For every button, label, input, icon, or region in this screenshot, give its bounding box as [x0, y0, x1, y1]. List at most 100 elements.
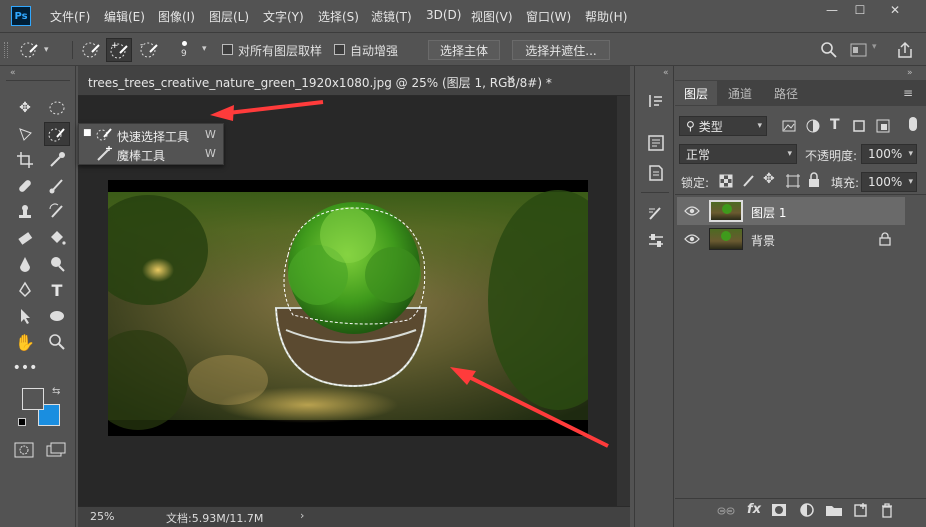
sample-all-layers-checkbox[interactable] [222, 44, 233, 55]
workspace-icon[interactable] [850, 42, 868, 58]
paint-bucket-tool-icon[interactable] [44, 226, 70, 250]
menu-file[interactable]: 文件(F) [50, 8, 90, 25]
blur-tool-icon[interactable] [12, 252, 38, 276]
history-icon[interactable] [647, 92, 665, 110]
screen-mode-icon[interactable] [46, 442, 66, 461]
lock-pixels-icon[interactable] [741, 173, 757, 189]
healing-brush-tool-icon[interactable] [12, 174, 38, 198]
subtract-selection-icon[interactable]: - [138, 39, 160, 61]
status-menu-arrow-icon[interactable]: › [300, 509, 304, 522]
menu-window[interactable]: 窗口(W) [526, 8, 571, 25]
opacity-input[interactable]: 100% ▾ [861, 144, 917, 164]
menu-help[interactable]: 帮助(H) [585, 8, 627, 25]
menu-type[interactable]: 文字(Y) [263, 8, 304, 25]
adjustments-icon[interactable] [647, 164, 665, 182]
more-tools-icon[interactable]: ••• [12, 356, 38, 380]
path-selection-tool-icon[interactable] [12, 304, 38, 328]
select-and-mask-button[interactable]: 选择并遮住... [512, 40, 610, 60]
menu-3d[interactable]: 3D(D) [426, 8, 461, 22]
filter-toggle-icon[interactable] [909, 117, 917, 131]
dodge-tool-icon[interactable] [44, 252, 70, 276]
tab-channels[interactable]: 通道 [719, 81, 761, 105]
blend-mode-select[interactable]: 正常 ▾ [679, 144, 797, 164]
menu-image[interactable]: 图像(I) [158, 8, 195, 25]
layer-row[interactable]: 图层 1 [677, 197, 905, 225]
tab-paths[interactable]: 路径 [765, 81, 807, 105]
eye-icon[interactable] [684, 233, 700, 245]
eraser-tool-icon[interactable] [12, 226, 38, 250]
new-selection-icon[interactable] [80, 39, 102, 61]
panel-menu-icon[interactable]: ≡ [903, 86, 913, 100]
filter-pixel-icon[interactable] [781, 118, 797, 134]
filter-adjustment-icon[interactable] [805, 118, 821, 134]
auto-enhance-checkbox[interactable] [334, 44, 345, 55]
select-subject-button[interactable]: 选择主体 [428, 40, 500, 60]
channels-mixer-icon[interactable] [647, 232, 665, 250]
quick-mask-icon[interactable] [14, 442, 34, 461]
layer-name[interactable]: 背景 [751, 232, 775, 249]
hand-tool-icon[interactable]: ✋ [12, 330, 38, 354]
history-brush-tool-icon[interactable] [44, 200, 70, 224]
link-layers-icon[interactable] [717, 503, 735, 519]
brush-settings-icon[interactable] [647, 204, 665, 222]
brush-tool-icon[interactable] [44, 174, 70, 198]
collapse-arrows-icon[interactable]: « [10, 68, 16, 78]
foreground-color-swatch[interactable] [22, 388, 44, 410]
magic-wand-menu-item[interactable]: 魔棒工具 W [79, 145, 223, 163]
filter-type-icon[interactable]: T [830, 117, 840, 133]
collapse-arrows-icon[interactable]: « [663, 68, 669, 78]
zoom-tool-icon[interactable] [44, 330, 70, 354]
clone-stamp-tool-icon[interactable] [12, 200, 38, 224]
close-button[interactable]: ✕ [880, 0, 910, 20]
delete-layer-icon[interactable] [879, 502, 895, 518]
minimize-button[interactable]: — [817, 0, 847, 20]
crop-tool-icon[interactable] [12, 148, 38, 172]
layer-name[interactable]: 图层 1 [751, 204, 786, 221]
menu-filter[interactable]: 滤镜(T) [371, 8, 412, 25]
lock-artboard-icon[interactable] [785, 173, 801, 189]
close-document-icon[interactable]: ✕ [506, 73, 515, 86]
quick-selection-tool-icon[interactable] [44, 122, 70, 146]
menu-view[interactable]: 视图(V) [471, 8, 513, 25]
share-icon[interactable] [896, 41, 914, 59]
brush-size-picker[interactable]: 9 ▾ [172, 37, 218, 63]
tool-preset-picker[interactable]: ▾ [18, 39, 62, 61]
new-group-icon[interactable] [825, 502, 843, 518]
pen-tool-icon[interactable] [12, 278, 38, 302]
quick-selection-menu-item[interactable]: ■ 快速选择工具 W [79, 126, 223, 144]
search-icon[interactable] [820, 41, 838, 59]
default-colors-icon[interactable] [18, 418, 26, 426]
lasso-tool-icon[interactable] [12, 122, 38, 146]
zoom-level[interactable]: 25% [90, 510, 114, 523]
eye-icon[interactable] [684, 205, 700, 217]
add-to-selection-button[interactable]: + [106, 38, 132, 62]
vertical-scrollbar[interactable] [617, 96, 630, 506]
menu-select[interactable]: 选择(S) [318, 8, 359, 25]
marquee-tool-icon[interactable] [44, 96, 70, 120]
collapse-arrows-icon[interactable]: » [907, 68, 913, 78]
new-layer-icon[interactable] [853, 502, 869, 518]
grip-handle[interactable] [4, 42, 8, 58]
ellipse-tool-icon[interactable] [44, 304, 70, 328]
add-mask-icon[interactable] [771, 502, 787, 518]
fill-input[interactable]: 100% ▾ [861, 172, 917, 192]
eyedropper-tool-icon[interactable] [44, 148, 70, 172]
lock-all-icon[interactable] [807, 172, 821, 188]
layer-filter-select[interactable]: ⚲ 类型 ▾ [679, 116, 767, 136]
layer-row[interactable]: 背景 [677, 225, 905, 253]
lock-position-icon[interactable]: ✥ [763, 171, 775, 187]
menu-layer[interactable]: 图层(L) [209, 8, 249, 25]
menu-edit[interactable]: 编辑(E) [104, 8, 145, 25]
lock-transparent-icon[interactable] [719, 174, 733, 188]
document-tab[interactable]: trees_trees_creative_nature_green_1920x1… [78, 66, 630, 96]
properties-icon[interactable] [647, 134, 665, 152]
filter-shape-icon[interactable] [851, 118, 867, 134]
new-adjustment-layer-icon[interactable] [799, 502, 815, 518]
fx-icon[interactable]: fx [747, 502, 761, 517]
swap-colors-icon[interactable]: ⇆ [52, 386, 60, 397]
type-tool-icon[interactable]: T [44, 278, 70, 302]
maximize-button[interactable]: ☐ [845, 0, 875, 20]
filter-smart-object-icon[interactable] [875, 118, 891, 134]
move-tool-icon[interactable]: ✥ [12, 96, 38, 120]
tab-layers[interactable]: 图层 [675, 81, 718, 105]
